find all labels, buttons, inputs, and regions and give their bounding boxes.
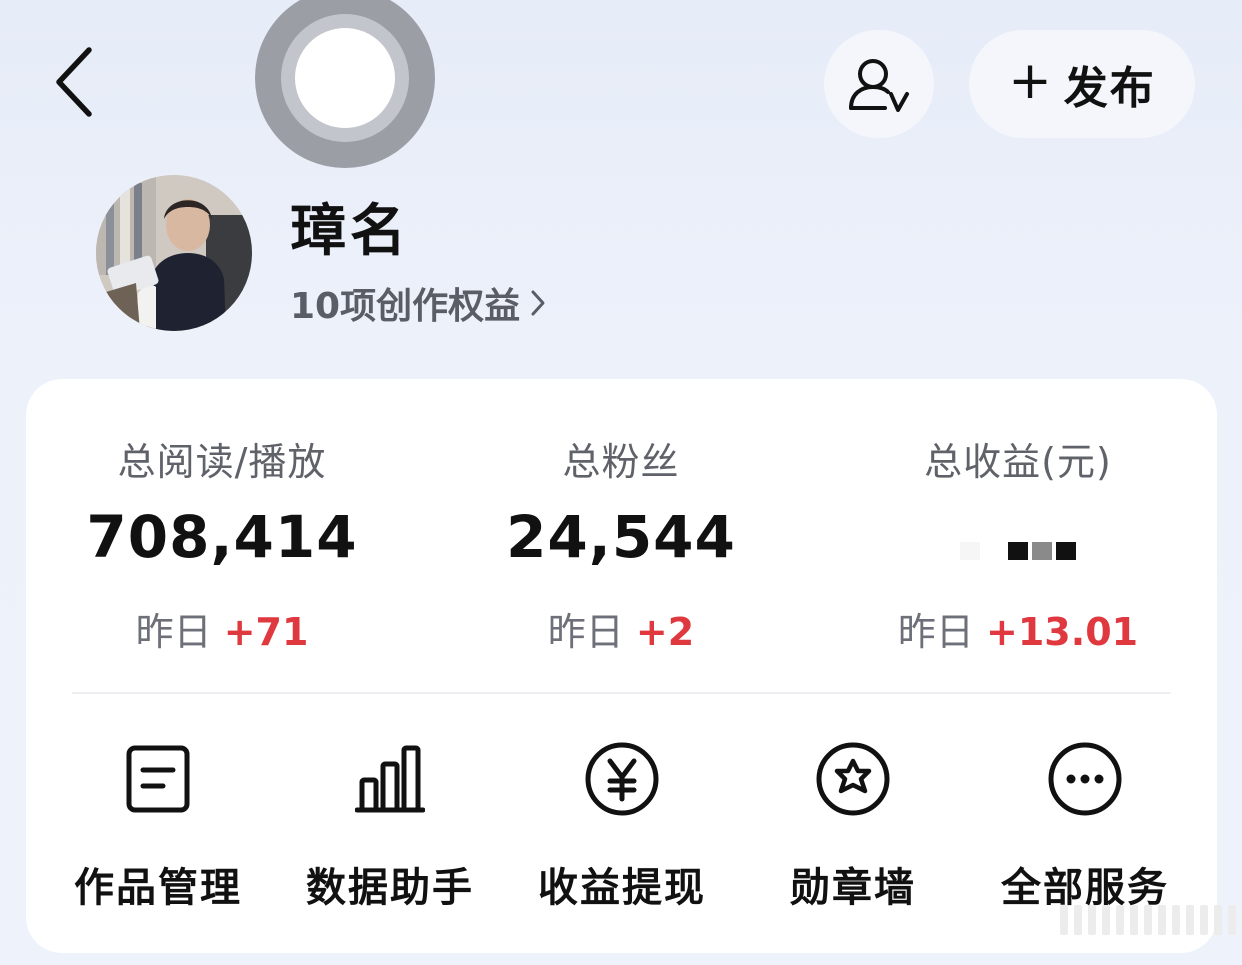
service-label: 勋章墙 (790, 865, 916, 911)
creator-rights-link[interactable]: 10项创作权益 (290, 280, 546, 327)
stat-delta-value: +2 (635, 610, 695, 654)
user-verified-icon (849, 59, 909, 112)
avatar-photo (96, 175, 252, 331)
redacted-value (960, 541, 1076, 560)
chevron-right-icon (531, 290, 545, 316)
stat-title: 总收益(元) (924, 440, 1112, 484)
stat-delta-value: +71 (223, 610, 309, 654)
stat-delta: 昨日 +13.01 (868, 601, 1168, 656)
assistive-touch-ball[interactable] (255, 0, 435, 168)
service-medal-wall[interactable]: 勋章墙 (753, 739, 953, 913)
stat-delta-prefix: 昨日 (135, 610, 212, 654)
assistive-touch-core (295, 28, 395, 128)
stat-delta: 昨日 +71 (72, 601, 372, 656)
yen-icon (582, 739, 662, 819)
avatar[interactable] (96, 175, 252, 331)
divider (72, 692, 1171, 694)
service-income-withdraw[interactable]: 收益提现 (522, 739, 722, 913)
verify-account-button[interactable] (824, 30, 934, 138)
username[interactable]: 璋名 (290, 186, 410, 267)
chevron-left-icon (56, 47, 92, 117)
assistive-touch-ring (281, 14, 409, 142)
service-label: 收益提现 (538, 865, 706, 911)
plus-icon: + (1008, 51, 1052, 111)
stat-delta: 昨日 +2 (471, 601, 771, 656)
service-all-services[interactable]: 全部服务 (985, 739, 1185, 913)
service-works-management[interactable]: 作品管理 (58, 739, 258, 913)
bar-chart-icon (350, 739, 430, 819)
medal-star-icon (813, 739, 893, 819)
publish-label: 发布 (1063, 63, 1156, 114)
creator-dashboard-card: 总阅读/播放 708,414 昨日 +71 总粉丝 24,544 昨日 +2 总… (26, 379, 1217, 953)
back-button[interactable] (40, 40, 110, 124)
stat-value: 708,414 (86, 503, 358, 571)
service-label: 作品管理 (74, 865, 242, 911)
watermark (1060, 905, 1242, 935)
stat-delta-prefix: 昨日 (547, 610, 624, 654)
service-data-assistant[interactable]: 数据助手 (290, 739, 490, 913)
stat-delta-value: +13.01 (986, 610, 1139, 654)
more-icon (1045, 739, 1125, 819)
document-icon (118, 739, 198, 819)
stat-title: 总粉丝 (562, 440, 680, 484)
service-label: 数据助手 (306, 865, 474, 911)
publish-button[interactable]: + 发布 (969, 30, 1195, 138)
stat-value-masked (868, 503, 1168, 571)
stat-title: 总阅读/播放 (117, 440, 327, 484)
stat-value: 24,544 (506, 503, 736, 571)
creator-rights-label: 10项创作权益 (290, 286, 521, 327)
stat-delta-prefix: 昨日 (897, 610, 974, 654)
